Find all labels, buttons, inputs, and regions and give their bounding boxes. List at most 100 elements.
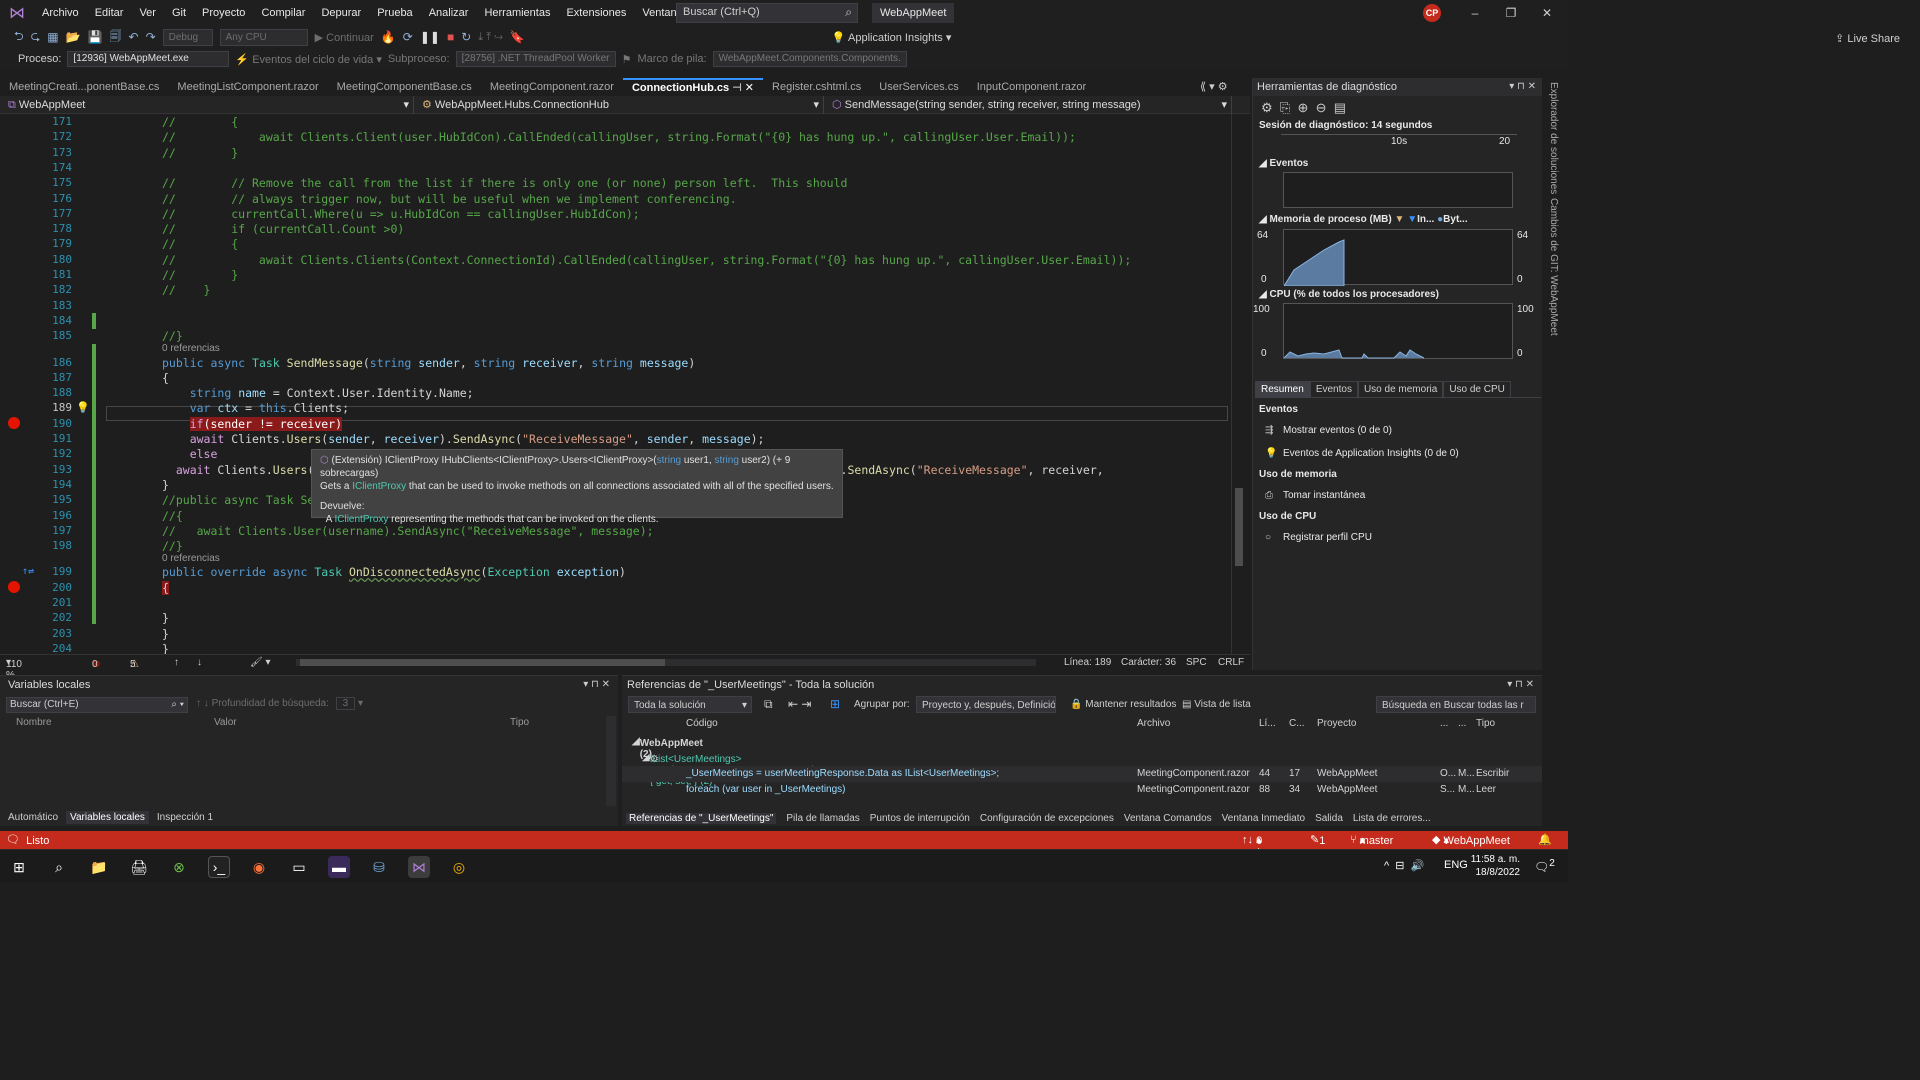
code-line[interactable]: await Clients.Users(sender, receiver).Se…	[162, 432, 765, 446]
avatar[interactable]: CP	[1423, 4, 1441, 22]
cleanup-icon[interactable]: 🖌 ▾	[250, 657, 271, 668]
solution-explorer-tab[interactable]: Explorador de soluciones	[1548, 82, 1559, 194]
scope-dropdown[interactable]: Toda la solución ▾	[628, 696, 752, 713]
xbox-icon[interactable]: ⊗	[168, 856, 190, 878]
locals-tab[interactable]: Inspección 1	[153, 811, 217, 824]
horizontal-scrollbar[interactable]	[296, 659, 1036, 666]
undo-icon[interactable]: ↶	[129, 30, 139, 44]
start-icon[interactable]: ⊞	[8, 856, 30, 878]
locals-search-input[interactable]: Buscar (Ctrl+E) ⌕ ▾	[6, 697, 188, 713]
code-line[interactable]: string name = Context.User.Identity.Name…	[162, 386, 474, 400]
nav-down-icon[interactable]: ↓	[197, 657, 202, 668]
list-view-button[interactable]: ▤ Vista de lista	[1182, 696, 1251, 713]
document-tab[interactable]: InputComponent.razor	[968, 78, 1095, 96]
cpu-section[interactable]: ◢ CPU (% de todos los procesadores)	[1259, 289, 1439, 300]
save-icon[interactable]: 💾	[88, 30, 103, 44]
record-cpu-profile-link[interactable]: ○ Registrar perfil CPU	[1265, 532, 1372, 543]
panel-controls-icon[interactable]: ▾ ⊓ ✕	[583, 679, 610, 690]
code-line[interactable]: //public async Task Se	[162, 493, 314, 507]
repository-selector[interactable]: ◆ WebAppMeet ▴	[1432, 833, 1510, 847]
memory-section[interactable]: ◢ Memoria de proceso (MB) ▼ ▼In... ●Byt.…	[1259, 214, 1468, 225]
ssms-icon[interactable]: ⛁	[368, 856, 390, 878]
collapse-icon[interactable]: ⇤ ⇥	[788, 696, 811, 713]
document-tab[interactable]: Register.cshtml.cs	[763, 78, 870, 96]
codelens-references[interactable]: 0 referencias	[162, 553, 220, 564]
restart-debug-icon[interactable]: ↻	[461, 30, 471, 44]
restore-button[interactable]: ❐	[1492, 0, 1530, 26]
search-icon[interactable]: ⌕	[48, 856, 70, 878]
code-line[interactable]: // if (currentCall.Count >0)	[162, 222, 404, 236]
breakpoint-icon[interactable]	[8, 417, 20, 429]
references-group-row[interactable]: ◢ WebAppMeet (2)	[622, 734, 1542, 760]
vertical-scrollbar[interactable]	[1231, 114, 1245, 654]
code-line[interactable]: //{	[162, 509, 183, 523]
document-tab[interactable]: MeetingComponent.razor	[481, 78, 623, 96]
minimize-button[interactable]: –	[1456, 0, 1494, 26]
hot-reload-icon[interactable]: 🔥	[381, 30, 396, 44]
notifications-icon[interactable]: 🔔	[1538, 833, 1552, 846]
platform-dropdown[interactable]: Any CPU	[219, 28, 308, 46]
codelens-references[interactable]: 0 referencias	[162, 343, 220, 354]
forward-icon[interactable]: ⮎	[31, 27, 41, 48]
notification-center-icon[interactable]: 🗨2	[1534, 858, 1555, 874]
code-line[interactable]: }	[162, 627, 169, 641]
code-line[interactable]: }	[162, 478, 169, 492]
code-line[interactable]: public override async Task OnDisconnecte…	[162, 565, 626, 579]
events-section[interactable]: ◢ Eventos	[1259, 158, 1308, 169]
search-input[interactable]: Buscar (Ctrl+Q) ⌕	[676, 3, 858, 23]
close-button[interactable]: ✕	[1528, 0, 1566, 26]
clock[interactable]: 11:58 a. m. 18/8/2022	[1471, 853, 1520, 879]
output-tab[interactable]: Configuración de excepciones	[980, 813, 1114, 824]
code-line[interactable]: {	[162, 371, 169, 385]
line-ending-indicator[interactable]: CRLF	[1218, 657, 1244, 668]
document-tab[interactable]: UserServices.cs	[870, 78, 967, 96]
output-tab[interactable]: Pila de llamadas	[786, 813, 859, 824]
code-line[interactable]: // await Clients.Clients(Context.Connect…	[162, 253, 1131, 267]
config-dropdown[interactable]: Debug	[162, 28, 213, 46]
diag-tab[interactable]: Eventos	[1309, 381, 1358, 397]
new-project-icon[interactable]: ▦	[47, 30, 58, 44]
menu-item[interactable]: Prueba	[369, 0, 420, 26]
code-line[interactable]: // await Clients.Client(user.HubIdCon).C…	[162, 130, 1076, 144]
menu-item[interactable]: Analizar	[421, 0, 477, 26]
menu-item[interactable]: Herramientas	[476, 0, 558, 26]
live-share-button[interactable]: ⇪ Live Share	[1835, 32, 1900, 45]
redo-icon[interactable]: ↷	[146, 30, 156, 44]
terminal-icon[interactable]: ›_	[208, 856, 230, 878]
output-tab[interactable]: Ventana Comandos	[1124, 813, 1212, 824]
document-tab[interactable]: MeetingComponentBase.cs	[328, 78, 481, 96]
breakpoint-icon[interactable]	[8, 581, 20, 593]
code-line[interactable]: // {	[162, 115, 238, 129]
zoom-dropdown[interactable]: 110 % ▾	[6, 657, 22, 681]
search-depth[interactable]: ↑ ↓ Profundidad de búsqueda: 3 ▾	[196, 697, 363, 710]
nav-up-icon[interactable]: ↑	[174, 657, 179, 668]
back-icon[interactable]: ⮌	[14, 27, 24, 48]
language-indicator[interactable]: ENG	[1444, 859, 1468, 871]
visual-studio-icon[interactable]: ⋈	[408, 856, 430, 878]
code-editor[interactable]: 💡 ↑⇌ 171 // {172 // await Clients.Client(u…	[0, 114, 1250, 656]
stack-frame-dropdown[interactable]: WebAppMeet.Components.Components.	[712, 51, 907, 67]
project-dropdown[interactable]: ⧉ WebAppMeet ▾	[0, 96, 414, 114]
restart-icon[interactable]: ⟳	[403, 30, 413, 44]
pending-changes[interactable]: ✎ 1	[1310, 833, 1325, 847]
menu-item[interactable]: Extensiones	[558, 0, 634, 26]
output-tab[interactable]: Ventana Inmediato	[1222, 813, 1305, 824]
group-by-dropdown[interactable]: Proyecto y, después, Definició	[916, 696, 1056, 713]
menu-item[interactable]: Archivo	[34, 0, 87, 26]
locals-tab[interactable]: Variables locales	[66, 811, 149, 824]
references-definition-row[interactable]: ◢ ⚙ IList<UserMeetings> MeetingComponent…	[622, 750, 1542, 787]
save-all-icon[interactable]: 🗐	[110, 27, 122, 48]
firefox-icon[interactable]: ◉	[248, 856, 270, 878]
menu-item[interactable]: Ver	[131, 0, 164, 26]
open-icon[interactable]: 📂	[66, 30, 81, 44]
show-events-link[interactable]: ⇶ Mostrar eventos (0 de 0)	[1265, 425, 1392, 436]
output-tab[interactable]: Lista de errores...	[1353, 813, 1431, 824]
output-tab[interactable]: Puntos de interrupción	[870, 813, 970, 824]
reference-row[interactable]: foreach (var user in _UserMeetings) Meeti…	[622, 782, 1542, 798]
code-line[interactable]: // }	[162, 146, 238, 160]
pause-icon[interactable]: ❚❚	[420, 30, 440, 44]
take-snapshot-link[interactable]: ⎙ Tomar instantánea	[1265, 490, 1365, 501]
stop-icon[interactable]: ■	[447, 30, 454, 44]
process-dropdown[interactable]: [12936] WebAppMeet.exe	[67, 51, 230, 67]
bookmark-icon[interactable]: 🔖	[510, 30, 525, 44]
